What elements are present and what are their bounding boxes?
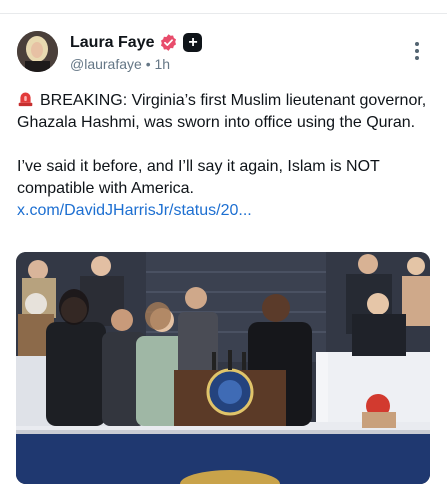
author-handle[interactable]: @laurafaye [70, 56, 142, 72]
rotating-light-icon [18, 92, 33, 107]
post-link[interactable]: x.com/DavidJHarrisJr/status/20... [17, 202, 252, 219]
post-media-photo[interactable] [16, 252, 430, 484]
avatar-photo [17, 31, 58, 72]
post-time[interactable]: 1h [155, 56, 171, 72]
post-body: BREAKING: Virginia’s first Muslim lieute… [17, 90, 432, 222]
more-vertical-icon[interactable] [411, 42, 423, 64]
author-display-name[interactable]: Laura Faye [70, 34, 154, 52]
meta-separator: • [145, 56, 151, 72]
author-row: Laura Faye + [70, 33, 203, 52]
post-breaking-text: BREAKING: Virginia’s first Muslim lieute… [17, 92, 427, 131]
top-divider [0, 13, 447, 14]
author-meta: @laurafaye • 1h [70, 56, 170, 72]
plus-badge-icon: + [183, 33, 203, 52]
avatar[interactable] [17, 31, 58, 72]
ceremony-photo [16, 252, 430, 484]
post-paragraph-1: BREAKING: Virginia’s first Muslim lieute… [17, 90, 432, 134]
post-paragraph-2: I’ve said it before, and I’ll say it aga… [17, 158, 380, 197]
verified-badge-icon [161, 34, 177, 51]
